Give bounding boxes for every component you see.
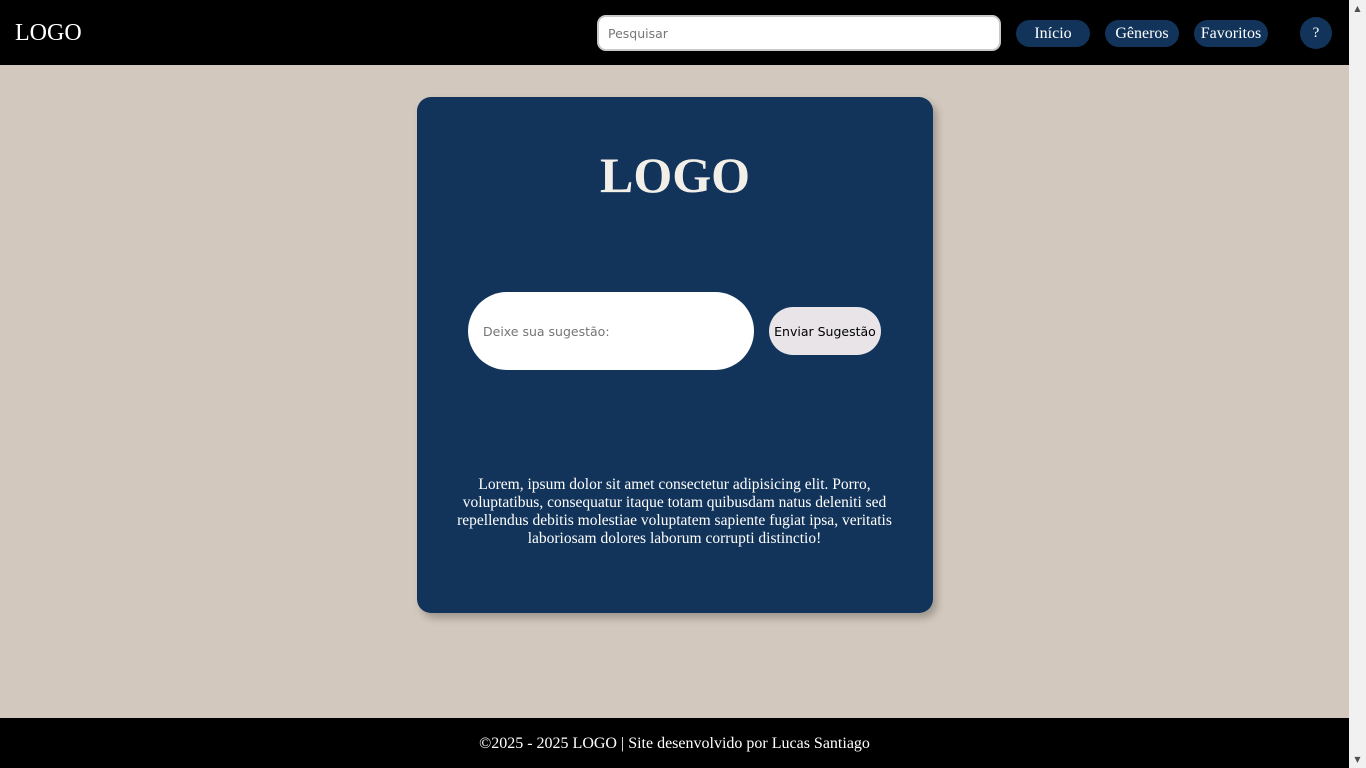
arrow-up-icon[interactable]: ▲: [1349, 0, 1366, 17]
send-suggestion-button[interactable]: Enviar Sugestão: [769, 307, 881, 355]
footer-copyright: ©2025 - 2025 LOGO | Site desenvolvido po…: [479, 735, 870, 752]
nav-favoritos-button[interactable]: Favoritos: [1194, 20, 1268, 47]
suggestion-input[interactable]: [468, 292, 754, 370]
card-logo: LOGO: [599, 147, 751, 203]
card-description: Lorem, ipsum dolor sit amet consectetur …: [457, 476, 892, 547]
nav-generos-button[interactable]: Gêneros: [1105, 20, 1179, 47]
header-logo[interactable]: LOGO: [15, 18, 82, 48]
top-navbar: LOGO Início Gêneros Favoritos ?: [0, 0, 1349, 65]
footer: ©2025 - 2025 LOGO | Site desenvolvido po…: [0, 718, 1349, 768]
nav-inicio-button[interactable]: Início: [1016, 20, 1090, 47]
help-button[interactable]: ?: [1300, 17, 1332, 49]
arrow-down-icon[interactable]: ▼: [1349, 751, 1366, 768]
search-input[interactable]: [597, 15, 1001, 51]
vertical-scrollbar[interactable]: ▲ ▼: [1349, 0, 1366, 768]
page: LOGO Início Gêneros Favoritos ? LOGO Env…: [0, 0, 1366, 768]
